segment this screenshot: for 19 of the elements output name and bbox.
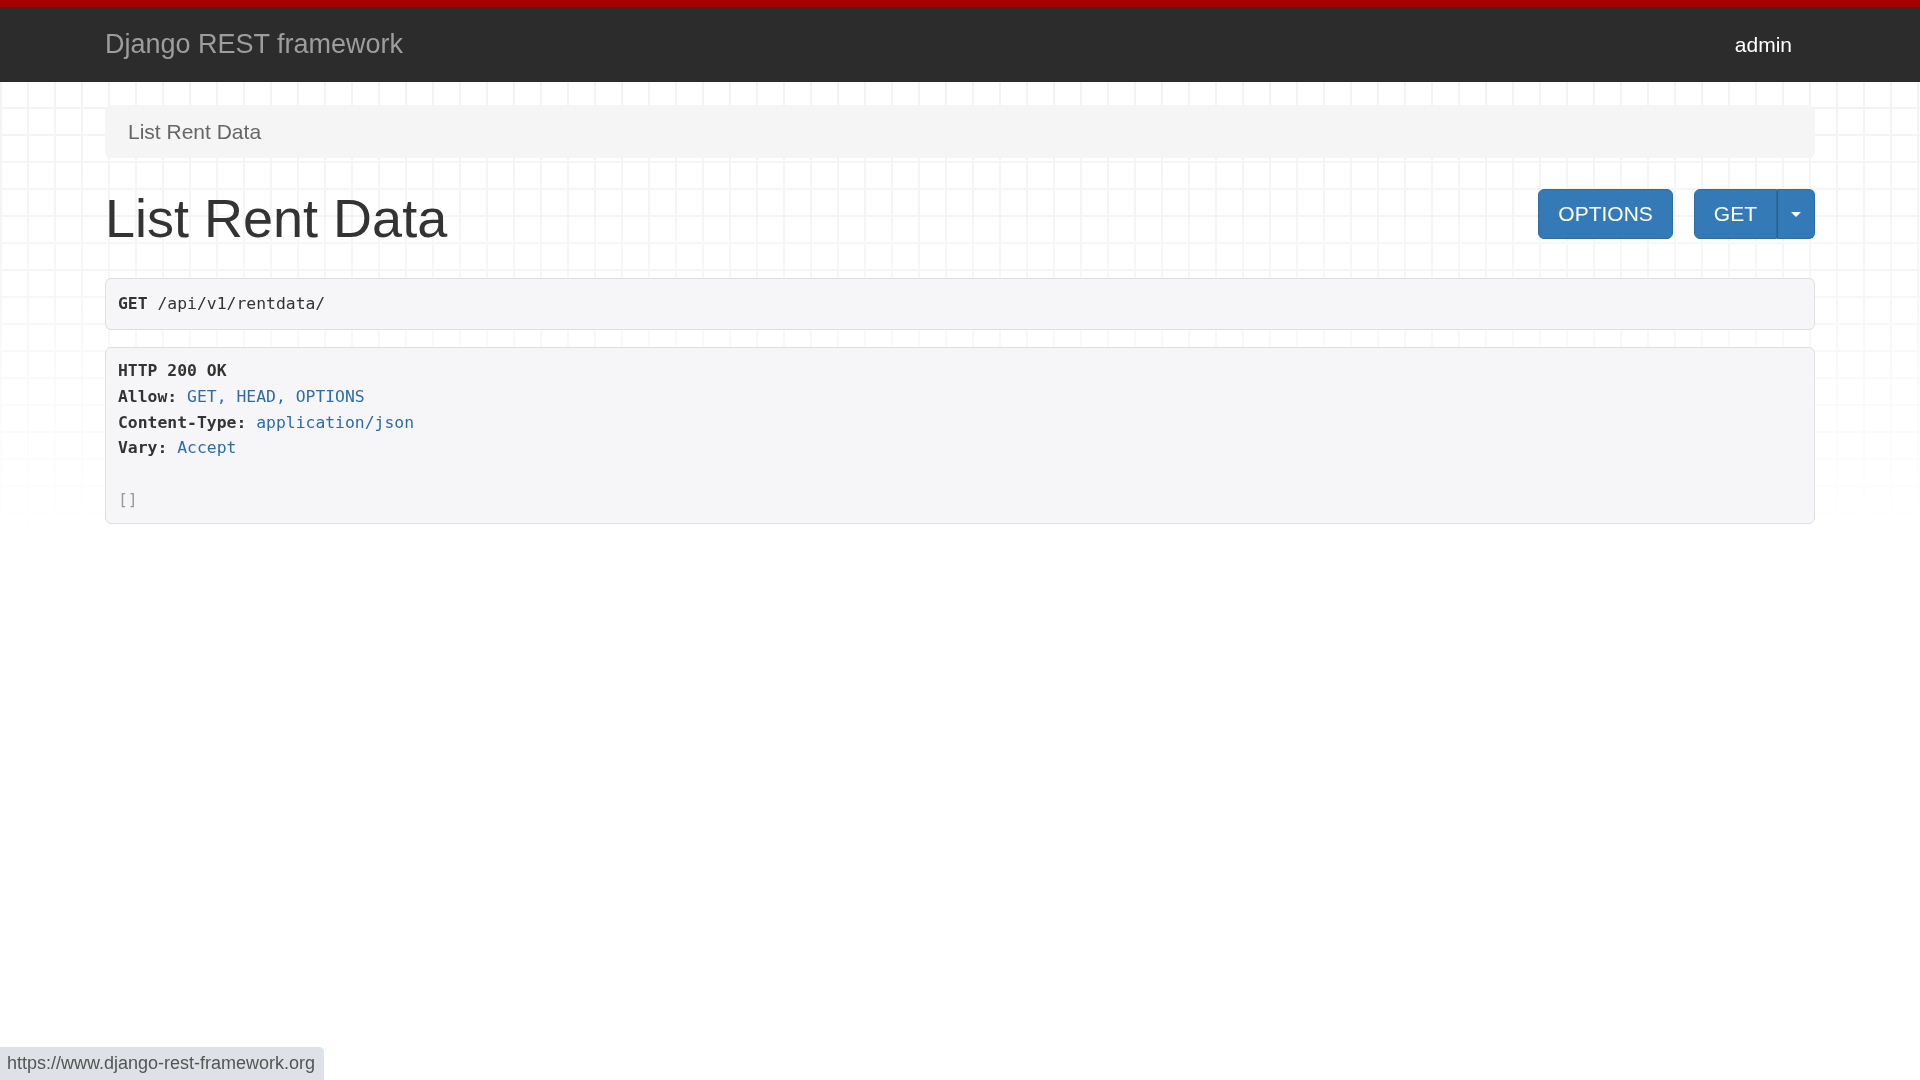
header-name: Allow: [118, 386, 178, 406]
request-path: /api/v1/rentdata/ [157, 294, 326, 313]
request-method: GET [118, 294, 148, 313]
response-status: HTTP 200 OK [118, 361, 227, 381]
header-value: Accept [177, 438, 237, 458]
dropdown-toggle-button[interactable] [1777, 189, 1815, 239]
page-title: List Rent Data [105, 189, 448, 248]
link-url-tooltip: https://www.django-rest-framework.org [0, 1047, 325, 1080]
header-value: application/json [256, 412, 415, 432]
brand-link[interactable]: Django REST framework [105, 29, 404, 60]
method-button[interactable]: OPTIONS [1538, 189, 1673, 239]
response-body: [] [118, 489, 138, 509]
user-menu-link[interactable]: admin [1734, 32, 1792, 57]
breadcrumb-item: List Rent Data [128, 121, 262, 142]
caret-icon [1791, 211, 1801, 217]
header-name: Vary: [118, 438, 168, 458]
header-value: GET, HEAD, OPTIONS [187, 386, 365, 406]
header-name: Content-Type: [118, 412, 247, 432]
method-button[interactable]: GET [1693, 189, 1777, 239]
